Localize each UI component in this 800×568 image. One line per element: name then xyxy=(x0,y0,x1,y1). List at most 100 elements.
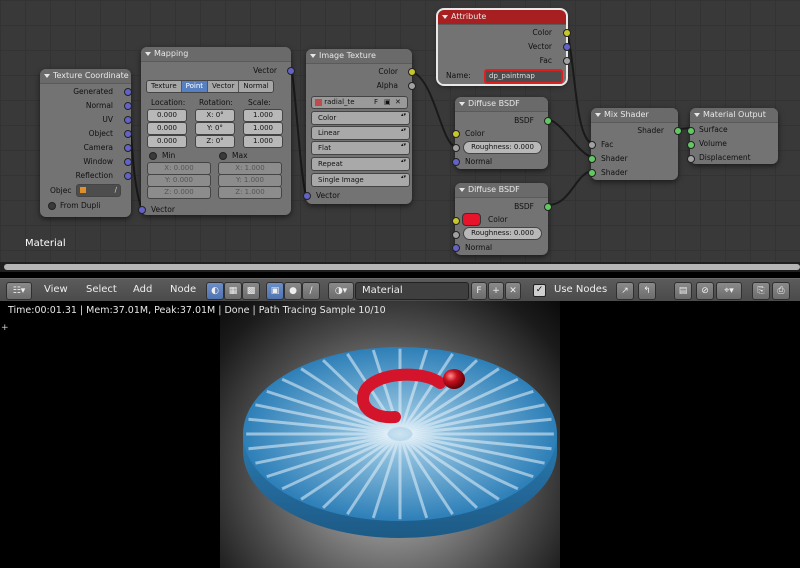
scale-y[interactable]: 1.000 xyxy=(243,122,283,135)
socket-shader-in-1[interactable] xyxy=(588,155,596,163)
socket-fac-in[interactable] xyxy=(588,141,596,149)
socket-roughness-in[interactable] xyxy=(452,231,460,239)
socket-vector-out[interactable] xyxy=(563,43,571,51)
from-dupli-checkbox[interactable] xyxy=(48,202,56,210)
interpolation-dropdown[interactable]: Linear xyxy=(311,126,410,140)
menu-node[interactable]: Node xyxy=(170,284,196,295)
socket-color-out[interactable] xyxy=(563,29,571,37)
image-texture-node[interactable]: Image Texture Color Alpha radial_te F ▣ … xyxy=(303,49,416,204)
scale-x[interactable]: 1.000 xyxy=(243,109,283,122)
node-header[interactable]: Diffuse BSDF xyxy=(455,183,548,198)
copy-nodes-button[interactable]: ⎘ xyxy=(752,282,770,300)
socket-bsdf-out[interactable] xyxy=(544,203,552,211)
socket-normal-in[interactable] xyxy=(452,244,460,252)
socket-uv[interactable] xyxy=(124,116,132,124)
paste-nodes-button[interactable]: ⎙ xyxy=(772,282,790,300)
snap-element-dropdown[interactable]: ⌖▾ xyxy=(716,282,742,300)
socket-displacement-in[interactable] xyxy=(687,155,695,163)
projection-dropdown[interactable]: Flat xyxy=(311,141,410,155)
material-output-node[interactable]: Material Output Surface Volume Displacem… xyxy=(687,108,778,164)
socket-object[interactable] xyxy=(124,130,132,138)
texture-tree-button[interactable]: ▦ xyxy=(224,282,242,300)
socket-window[interactable] xyxy=(124,158,132,166)
eyedropper-icon[interactable]: ∕ xyxy=(115,185,117,196)
world-shader-button[interactable]: ● xyxy=(284,282,302,300)
node-header[interactable]: Diffuse BSDF xyxy=(455,97,548,112)
socket-alpha-out[interactable] xyxy=(408,82,416,90)
min-checkbox[interactable] xyxy=(149,152,157,160)
node-header[interactable]: Mapping xyxy=(141,47,291,62)
material-name-field[interactable]: Material xyxy=(355,282,469,300)
mode-normal[interactable]: Normal xyxy=(239,81,273,92)
mapping-node[interactable]: Mapping Vector Texture Point Vector Norm… xyxy=(138,47,295,215)
shader-tree-button[interactable]: ◐ xyxy=(206,282,224,300)
extension-dropdown[interactable]: Repeat xyxy=(311,157,410,171)
socket-vector-out[interactable] xyxy=(287,67,295,75)
node-header[interactable]: Texture Coordinate xyxy=(40,69,131,84)
use-nodes-checkbox[interactable]: ✓ xyxy=(533,284,546,297)
collapse-icon[interactable] xyxy=(694,112,700,117)
socket-normal[interactable] xyxy=(124,102,132,110)
node-header[interactable]: Attribute xyxy=(438,10,566,25)
node-editor[interactable]: Texture Coordinate Generated Normal UV O… xyxy=(0,0,800,262)
fake-user-button[interactable]: F xyxy=(374,97,378,108)
socket-shader-in-2[interactable] xyxy=(588,169,596,177)
roughness-field[interactable]: Roughness: 0.000 xyxy=(463,227,542,240)
socket-bsdf-out[interactable] xyxy=(544,117,552,125)
fake-user-toggle[interactable]: F xyxy=(471,282,487,300)
max-checkbox[interactable] xyxy=(219,152,227,160)
menu-select[interactable]: Select xyxy=(86,284,117,295)
mapping-type-selector[interactable]: Texture Point Vector Normal xyxy=(146,80,274,93)
object-shader-button[interactable]: ▣ xyxy=(266,282,284,300)
texture-coordinate-node[interactable]: Texture Coordinate Generated Normal UV O… xyxy=(40,69,132,217)
node-header[interactable]: Material Output xyxy=(690,108,778,123)
mode-texture[interactable]: Texture xyxy=(147,81,182,92)
attribute-node[interactable]: Attribute Color Vector Fac Name: dp_pain… xyxy=(436,8,571,86)
collapse-icon[interactable] xyxy=(459,187,465,192)
menu-add[interactable]: Add xyxy=(133,284,152,295)
backdrop-button[interactable]: ▤ xyxy=(674,282,692,300)
socket-vector-in[interactable] xyxy=(303,192,311,200)
diffuse-bsdf-node-1[interactable]: Diffuse BSDF BSDF Color Roughness: 0.000… xyxy=(452,97,552,169)
socket-color-in[interactable] xyxy=(452,217,460,225)
rotation-y[interactable]: Y: 0° xyxy=(195,122,235,135)
pin-button[interactable]: ↗ xyxy=(616,282,634,300)
compositing-tree-button[interactable]: ▩ xyxy=(242,282,260,300)
rotation-z[interactable]: Z: 0° xyxy=(195,135,235,148)
socket-roughness-in[interactable] xyxy=(452,144,460,152)
collapse-icon[interactable] xyxy=(145,51,151,56)
editor-type-button[interactable]: ☷▾ xyxy=(6,282,32,300)
roughness-field[interactable]: Roughness: 0.000 xyxy=(463,141,542,154)
rotation-x[interactable]: X: 0° xyxy=(195,109,235,122)
parent-tree-button[interactable]: ↰ xyxy=(638,282,656,300)
scale-z[interactable]: 1.000 xyxy=(243,135,283,148)
socket-camera[interactable] xyxy=(124,144,132,152)
location-y[interactable]: 0.000 xyxy=(147,122,187,135)
socket-generated[interactable] xyxy=(124,88,132,96)
node-header[interactable]: Image Texture xyxy=(306,49,412,64)
max-z[interactable]: Z: 1.000 xyxy=(218,186,282,199)
collapse-icon[interactable] xyxy=(44,73,50,78)
collapse-icon[interactable] xyxy=(442,14,448,19)
mode-point[interactable]: Point xyxy=(181,81,209,92)
material-browse-button[interactable]: ◑▾ xyxy=(328,282,354,300)
add-material-button[interactable]: + xyxy=(488,282,504,300)
horizontal-scrollbar[interactable] xyxy=(4,264,800,270)
socket-volume-in[interactable] xyxy=(687,141,695,149)
socket-reflection[interactable] xyxy=(124,172,132,180)
socket-vector-in[interactable] xyxy=(138,206,146,214)
node-header[interactable]: Mix Shader xyxy=(591,108,678,123)
color-space-dropdown[interactable]: Color xyxy=(311,111,410,125)
socket-color-in[interactable] xyxy=(452,130,460,138)
snap-toggle[interactable]: ⊘ xyxy=(696,282,714,300)
collapse-icon[interactable] xyxy=(595,112,601,117)
socket-fac-out[interactable] xyxy=(563,57,571,65)
location-x[interactable]: 0.000 xyxy=(147,109,187,122)
collapse-icon[interactable] xyxy=(310,53,316,58)
socket-shader-out[interactable] xyxy=(674,127,682,135)
color-swatch[interactable] xyxy=(462,213,481,226)
mode-vector[interactable]: Vector xyxy=(208,81,240,92)
collapse-icon[interactable] xyxy=(459,101,465,106)
unlink-material-button[interactable]: ✕ xyxy=(505,282,521,300)
image-selector[interactable]: radial_te F ▣ ✕ xyxy=(311,96,408,109)
